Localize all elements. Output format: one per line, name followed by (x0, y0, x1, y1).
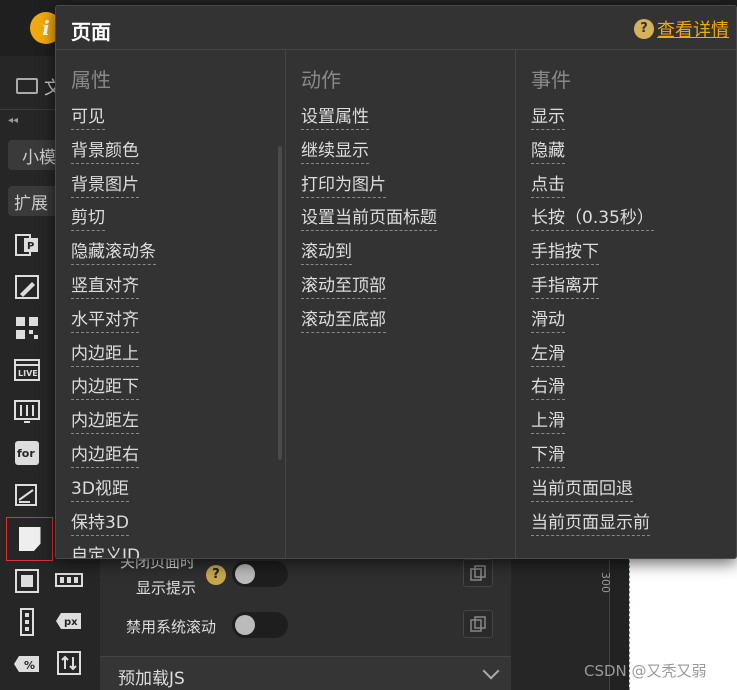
property-item[interactable]: 可见 (71, 106, 105, 130)
px-label: px (64, 617, 78, 628)
events-column: 事件 显示隐藏点击长按（0.35秒） 手指按下手指离开滑动左滑右滑上滑下滑当前页面… (515, 50, 736, 558)
property-item[interactable]: 自定义ID (71, 545, 140, 558)
copy-icon[interactable] (463, 559, 493, 587)
event-item[interactable]: 上滑 (531, 410, 565, 435)
action-item[interactable]: 设置属性 (301, 106, 369, 130)
help-icon[interactable]: ? (206, 565, 226, 585)
close-prompt-label-line2: 显示提示 (136, 579, 197, 597)
live-label: LIVE (18, 369, 38, 378)
equalizer-icon[interactable] (12, 396, 42, 426)
percent-icon[interactable]: % (12, 649, 42, 679)
page-icon[interactable] (6, 517, 53, 561)
collapse-arrows-icon[interactable]: ◂◂ (8, 115, 18, 126)
px-icon[interactable]: px (54, 607, 84, 635)
live-icon[interactable]: LIVE (12, 355, 42, 385)
for-label: for (17, 447, 35, 460)
popup-title: 页面 (71, 20, 111, 44)
edit-icon[interactable] (12, 480, 42, 510)
chevron-down-icon (482, 662, 500, 680)
view-details-link[interactable]: 查看详情 (657, 16, 729, 42)
svg-text:P: P (27, 241, 34, 252)
qr-code-icon[interactable] (12, 313, 42, 343)
property-item[interactable]: 隐藏滚动条 (71, 241, 156, 266)
action-item[interactable]: 设置当前页面标题 (301, 207, 437, 232)
popup-header: 页面 ? 查看详情 (56, 6, 736, 50)
close-prompt-toggle[interactable] (232, 561, 288, 587)
property-item[interactable]: 背景颜色 (71, 140, 139, 164)
property-item[interactable]: 保持3D (71, 512, 129, 536)
property-item[interactable]: 3D视距 (71, 478, 129, 502)
for-loop-icon[interactable]: for (12, 438, 42, 468)
property-item[interactable]: 内边距左 (71, 410, 139, 435)
help-icon[interactable]: ? (634, 19, 654, 39)
layout-bar-icon[interactable] (54, 566, 84, 594)
pen-icon[interactable] (12, 272, 42, 302)
property-item[interactable]: 水平对齐 (71, 309, 139, 333)
event-item[interactable]: 右滑 (531, 376, 565, 401)
preload-js-label: 预加载JS (118, 669, 185, 689)
action-item[interactable]: 打印为图片 (301, 174, 386, 198)
watermark: CSDN @又秃又弱 (584, 662, 707, 680)
ruler-number: 300 (599, 572, 612, 593)
event-item[interactable]: 手指按下 (531, 241, 599, 266)
property-item[interactable]: 竖直对齐 (71, 275, 139, 299)
event-item[interactable]: 长按（0.35秒） (531, 207, 654, 232)
copy-icon[interactable] (463, 610, 493, 638)
event-item[interactable]: 显示 (531, 106, 565, 130)
property-item[interactable]: 背景图片 (71, 174, 139, 198)
preload-js-section[interactable]: 预加载JS (100, 656, 511, 690)
event-item[interactable]: 左滑 (531, 343, 565, 367)
percent-label: % (24, 659, 35, 672)
action-item[interactable]: 继续显示 (301, 140, 369, 164)
layer-icon[interactable] (12, 566, 42, 596)
disable-scroll-toggle[interactable] (232, 612, 288, 638)
event-item[interactable]: 当前页面回退 (531, 478, 633, 502)
event-item[interactable]: 隐藏 (531, 140, 565, 164)
sort-icon[interactable] (54, 649, 84, 677)
scrollbar[interactable] (278, 146, 282, 460)
folder-icon (16, 78, 38, 94)
property-item[interactable]: 剪切 (71, 207, 105, 232)
event-item[interactable]: 当前页面显示前 (531, 512, 650, 536)
event-item[interactable]: 下滑 (531, 444, 565, 468)
action-item[interactable]: 滚动至顶部 (301, 275, 386, 299)
action-item[interactable]: 滚动到 (301, 241, 352, 266)
column-header-events: 事件 (531, 68, 571, 92)
property-item[interactable]: 内边距右 (71, 444, 139, 468)
column-header-actions: 动作 (301, 68, 341, 92)
property-item[interactable]: 内边距上 (71, 343, 139, 367)
page-info-popup: 页面 ? 查看详情 属性 可见背景颜色背景图片剪切隐藏滚动条竖直对齐水平对齐内边… (55, 5, 737, 559)
properties-column: 属性 可见背景颜色背景图片剪切隐藏滚动条竖直对齐水平对齐内边距上内边距下内边距左… (56, 50, 285, 558)
event-item[interactable]: 手指离开 (531, 275, 599, 299)
action-item[interactable]: 滚动至底部 (301, 309, 386, 333)
event-item[interactable]: 滑动 (531, 309, 565, 333)
disable-scroll-label: 禁用系统滚动 (126, 618, 217, 636)
vertical-dots-icon[interactable] (12, 607, 42, 637)
property-item[interactable]: 内边距下 (71, 376, 139, 401)
event-item[interactable]: 点击 (531, 174, 565, 198)
column-header-properties: 属性 (71, 68, 111, 92)
actions-column: 动作 设置属性继续显示打印为图片设置当前页面标题 滚动到滚动至顶部滚动至底部 (285, 50, 515, 558)
ppt-icon[interactable]: P (12, 230, 42, 260)
